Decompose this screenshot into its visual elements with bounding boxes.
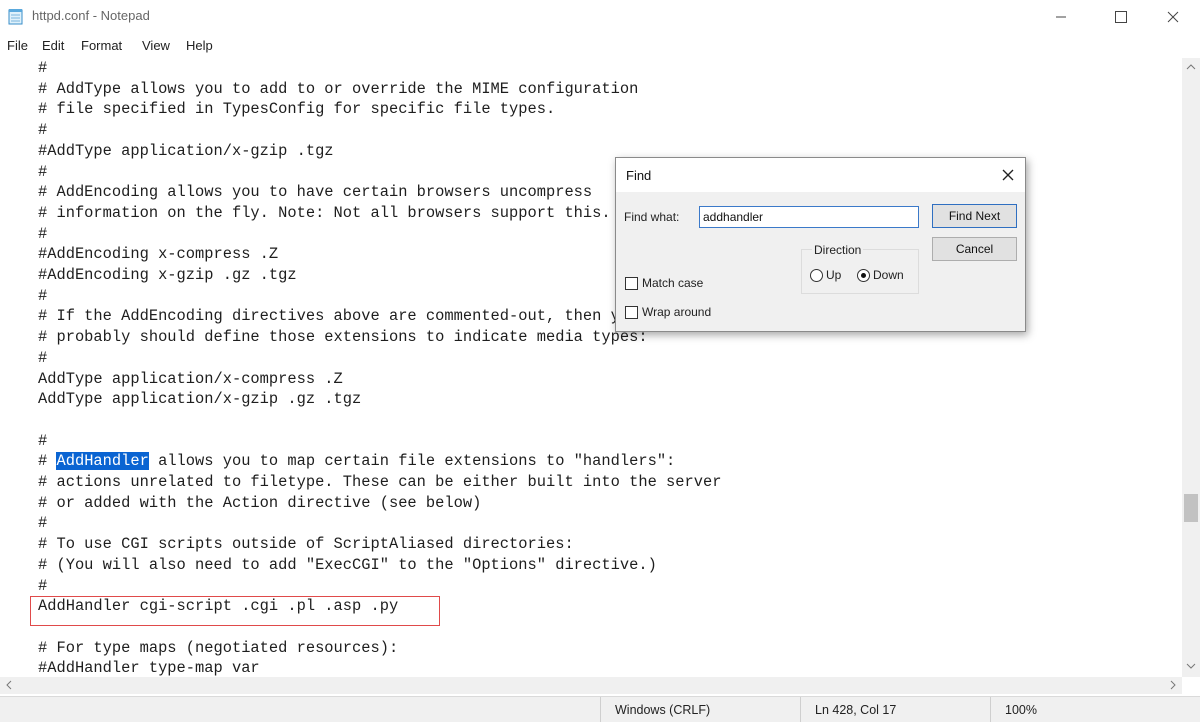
menu-bar: File Edit Format View Help xyxy=(0,34,1200,58)
direction-up-label[interactable]: Up xyxy=(826,268,841,282)
scroll-left-icon[interactable] xyxy=(2,677,16,694)
wrap-around-checkbox[interactable] xyxy=(625,306,638,319)
editor-line: # xyxy=(38,224,48,243)
editor-line: # xyxy=(38,286,48,305)
match-case-checkbox[interactable] xyxy=(625,277,638,290)
editor-line: # or added with the Action directive (se… xyxy=(38,493,482,512)
vertical-scroll-thumb[interactable] xyxy=(1184,494,1198,522)
find-what-label: Find what: xyxy=(624,210,680,224)
wrap-around-label[interactable]: Wrap around xyxy=(642,305,711,319)
horizontal-scrollbar[interactable] xyxy=(0,677,1182,694)
editor-line: AddType application/x-gzip .gz .tgz xyxy=(38,390,362,409)
editor-line: # xyxy=(38,348,48,367)
text-editor[interactable]: # # AddType allows you to add to or over… xyxy=(0,58,1182,677)
editor-line: AddType application/x-compress .Z xyxy=(38,369,343,388)
editor-line: # xyxy=(38,431,48,450)
editor-line: # xyxy=(38,121,48,140)
search-selection: AddHandler xyxy=(56,452,149,471)
menu-edit[interactable]: Edit xyxy=(42,38,64,53)
editor-line: # (You will also need to add "ExecCGI" t… xyxy=(38,555,657,574)
editor-line: # For type maps (negotiated resources): xyxy=(38,638,399,657)
menu-help[interactable]: Help xyxy=(186,38,213,53)
editor-line: # xyxy=(38,162,48,181)
editor-line-selected: # AddHandler allows you to map certain f… xyxy=(38,451,675,472)
maximize-icon xyxy=(1115,11,1127,23)
editor-line: # AddEncoding allows you to have certain… xyxy=(38,183,593,202)
scroll-right-icon[interactable] xyxy=(1166,677,1180,694)
editor-line: #AddHandler type-map var xyxy=(38,659,260,677)
match-case-label[interactable]: Match case xyxy=(642,276,703,290)
find-dialog: Find Find what: addhandler Find Next Can… xyxy=(615,157,1026,332)
selection-rest: allows you to map certain file extension… xyxy=(148,452,676,471)
editor-line: # file specified in TypesConfig for spec… xyxy=(38,100,556,119)
find-dialog-title: Find xyxy=(626,168,652,183)
minimize-icon xyxy=(1056,16,1066,18)
editor-line: # AddType allows you to add to or overri… xyxy=(38,79,639,98)
close-window-button[interactable] xyxy=(1150,0,1196,34)
status-bar: Windows (CRLF) Ln 428, Col 17 100% xyxy=(0,696,1200,722)
editor-line: # xyxy=(38,576,48,595)
find-next-button[interactable]: Find Next xyxy=(932,204,1017,228)
editor-line: # xyxy=(38,514,48,533)
direction-up-radio[interactable] xyxy=(810,269,823,282)
minimize-button[interactable] xyxy=(1038,0,1084,34)
menu-format[interactable]: Format xyxy=(81,38,122,53)
status-position: Ln 428, Col 17 xyxy=(800,697,990,722)
direction-down-radio[interactable] xyxy=(857,269,870,282)
close-icon xyxy=(1002,169,1014,181)
editor-line: #AddEncoding x-compress .Z xyxy=(38,245,279,264)
find-dialog-titlebar[interactable]: Find xyxy=(616,158,1025,192)
vertical-scrollbar[interactable] xyxy=(1182,58,1200,677)
status-zoom: 100% xyxy=(990,697,1200,722)
editor-line: # probably should define those extension… xyxy=(38,328,648,347)
notepad-icon xyxy=(8,8,24,25)
direction-down-label[interactable]: Down xyxy=(873,268,904,282)
editor-line: # If the AddEncoding directives above ar… xyxy=(38,307,639,326)
menu-file[interactable]: File xyxy=(7,38,28,53)
cancel-button[interactable]: Cancel xyxy=(932,237,1017,261)
window-title: httpd.conf - Notepad xyxy=(32,8,150,23)
editor-line: # actions unrelated to filetype. These c… xyxy=(38,473,722,491)
scroll-up-icon[interactable] xyxy=(1182,60,1200,74)
status-encoding: Windows (CRLF) xyxy=(600,697,800,722)
radio-selected-dot xyxy=(861,273,866,278)
direction-label: Direction xyxy=(812,243,864,257)
scroll-down-icon[interactable] xyxy=(1182,659,1200,673)
title-bar: httpd.conf - Notepad xyxy=(0,0,1200,34)
editor-line: # To use CGI scripts outside of ScriptAl… xyxy=(38,535,574,554)
maximize-button[interactable] xyxy=(1098,0,1144,34)
line-prefix: # xyxy=(38,452,57,471)
find-what-input[interactable]: addhandler xyxy=(699,206,919,228)
editor-line: #AddType application/x-gzip .tgz xyxy=(38,141,334,160)
menu-view[interactable]: View xyxy=(142,38,170,53)
editor-line: # information on the fly. Note: Not all … xyxy=(38,203,611,222)
editor-line: # xyxy=(38,59,48,77)
close-icon xyxy=(1167,11,1179,23)
find-dialog-close-button[interactable] xyxy=(997,164,1019,186)
editor-line: #AddEncoding x-gzip .gz .tgz xyxy=(38,266,297,284)
annotation-highlight-box xyxy=(30,596,440,626)
